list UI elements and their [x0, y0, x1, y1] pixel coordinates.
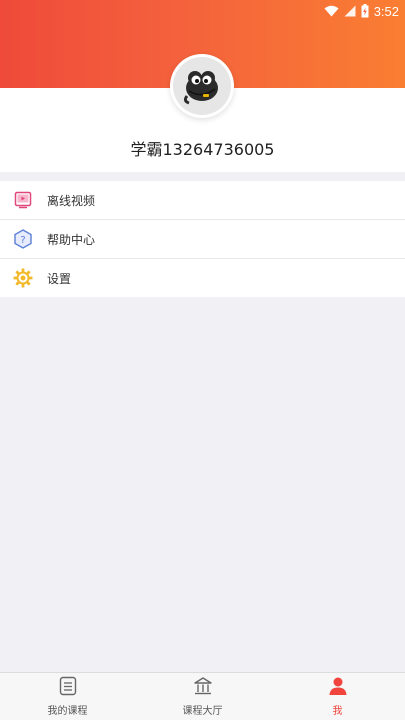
- menu-item-settings[interactable]: 设置: [0, 259, 405, 297]
- menu-item-help-center[interactable]: ? 帮助中心: [0, 220, 405, 259]
- person-icon: [328, 676, 348, 700]
- settings-menu: 离线视频 ? 帮助中心 设置: [0, 181, 405, 297]
- bottom-tab-bar: 我的课程 课程大厅 我: [0, 672, 405, 720]
- menu-item-label: 设置: [47, 271, 72, 286]
- svg-text:?: ?: [20, 235, 25, 246]
- menu-item-label: 帮助中心: [47, 232, 96, 247]
- tab-label: 我: [332, 706, 343, 717]
- tab-label: 我的课程: [47, 706, 88, 717]
- profile-screen: 3:52 学霸13264736005 离线视频 ? 帮助中心 设置 我的课程 课…: [0, 0, 405, 720]
- avatar[interactable]: [170, 54, 234, 118]
- username: 学霸13264736005: [130, 140, 275, 159]
- offline-video-icon: [13, 190, 33, 210]
- help-hexagon-icon: ?: [13, 229, 33, 249]
- status-time: 3:52: [373, 3, 399, 19]
- wifi-icon: [324, 5, 339, 17]
- tab-my-courses[interactable]: 我的课程: [0, 673, 135, 720]
- tab-course-hall[interactable]: 课程大厅: [135, 673, 270, 720]
- battery-charging-icon: [361, 4, 369, 18]
- tab-me[interactable]: 我: [270, 673, 405, 720]
- hall-building-icon: [193, 676, 213, 700]
- signal-icon: [344, 5, 356, 17]
- gear-icon: [13, 268, 33, 288]
- status-bar: 3:52: [0, 0, 405, 22]
- tab-label: 课程大厅: [182, 706, 223, 717]
- cartoon-bird-avatar-icon: [173, 57, 231, 115]
- course-list-icon: [58, 676, 78, 700]
- menu-item-label: 离线视频: [47, 193, 96, 208]
- menu-item-offline-video[interactable]: 离线视频: [0, 181, 405, 220]
